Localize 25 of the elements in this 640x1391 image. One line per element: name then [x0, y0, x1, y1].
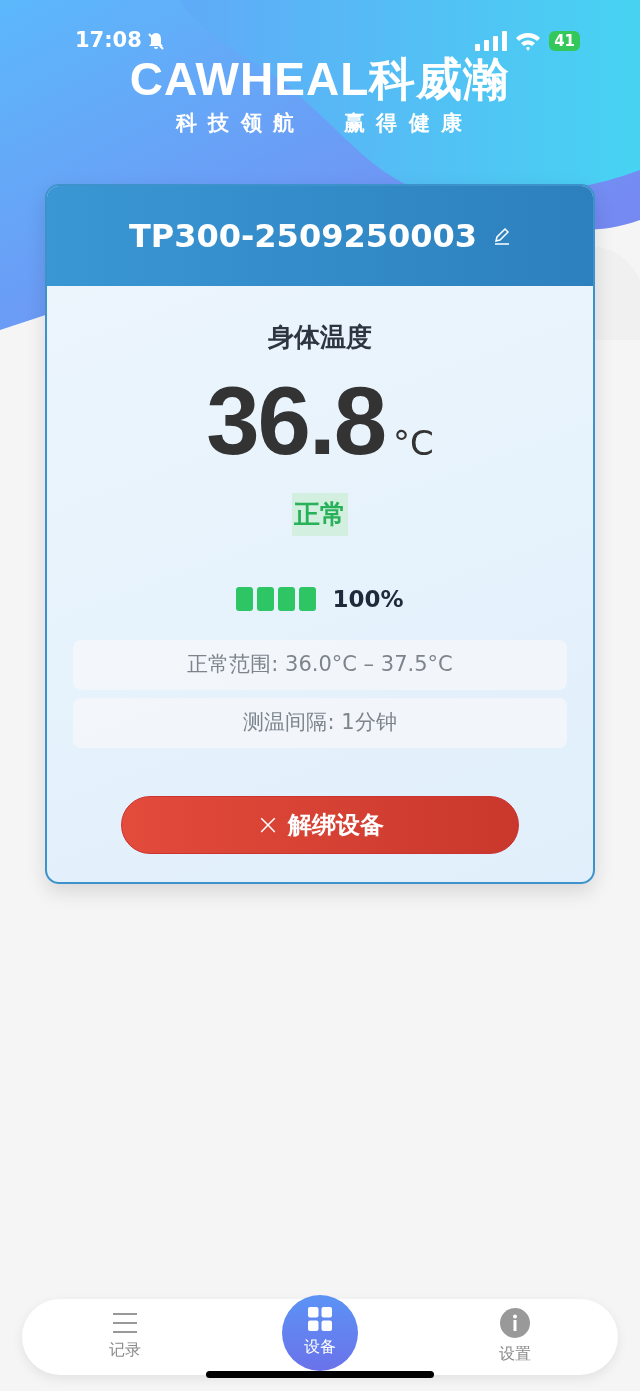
temperature-unit: °C — [393, 421, 434, 465]
tab-item[interactable]: 设备 — [282, 1295, 358, 1371]
slogan-text: 赢 得 健 康 — [344, 110, 464, 137]
metric-label: 身体温度 — [267, 320, 373, 354]
status-label: 正常 — [292, 492, 348, 536]
temperature-value: 36.8 — [206, 372, 386, 469]
info-row: 正常范围: 36.0°C – 37.5°C — [73, 640, 567, 690]
battery-reading: 100% — [332, 584, 404, 614]
tab-item[interactable]: 设置 — [464, 1299, 565, 1375]
device-name: TP300-2509250003 — [129, 215, 477, 257]
menu-icon — [112, 1312, 139, 1334]
unbind-button[interactable]: × 解绑设备 — [121, 796, 519, 854]
info-icon — [499, 1308, 530, 1338]
battery-indicator: 41 — [549, 31, 580, 51]
bell-muted-icon — [145, 31, 166, 51]
slogan-text: 科 技 领 航 — [176, 110, 296, 137]
wifi-icon — [515, 31, 542, 51]
signal-icon — [475, 31, 508, 51]
brand-logo: CAWHEAL科威瀚 — [128, 54, 512, 104]
grid-icon — [308, 1307, 332, 1331]
status-time: 17:08 — [75, 27, 142, 55]
edit-icon[interactable] — [493, 226, 511, 245]
close-icon: × — [256, 804, 280, 846]
tab-item[interactable]: 记录 — [75, 1299, 176, 1375]
info-row: 测温间隔: 1分钟 — [73, 698, 567, 748]
